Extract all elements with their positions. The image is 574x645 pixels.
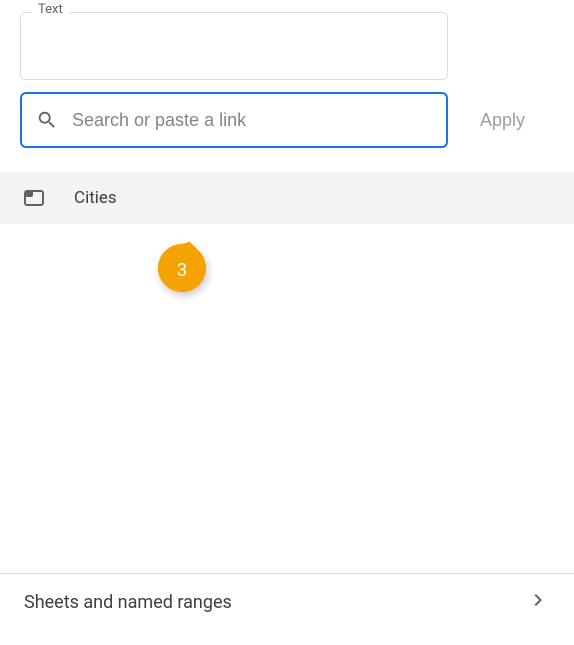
- suggestion-label: Cities: [74, 188, 117, 208]
- sheet-tab-icon: [24, 190, 44, 206]
- text-input[interactable]: [20, 12, 448, 80]
- suggestion-cities[interactable]: Cities: [0, 172, 574, 224]
- apply-button[interactable]: Apply: [476, 102, 529, 139]
- search-input[interactable]: [72, 110, 432, 131]
- search-row: Apply: [20, 92, 574, 148]
- text-field-label: Text: [32, 2, 69, 17]
- chevron-right-icon: [526, 588, 550, 616]
- step-badge: 3: [155, 241, 209, 295]
- text-field-wrapper: Text: [20, 12, 448, 80]
- sheets-and-named-ranges[interactable]: Sheets and named ranges: [0, 574, 574, 630]
- search-box[interactable]: [20, 92, 448, 148]
- step-badge-number: 3: [155, 241, 209, 295]
- sheets-row-label: Sheets and named ranges: [24, 592, 232, 613]
- search-icon: [36, 109, 58, 131]
